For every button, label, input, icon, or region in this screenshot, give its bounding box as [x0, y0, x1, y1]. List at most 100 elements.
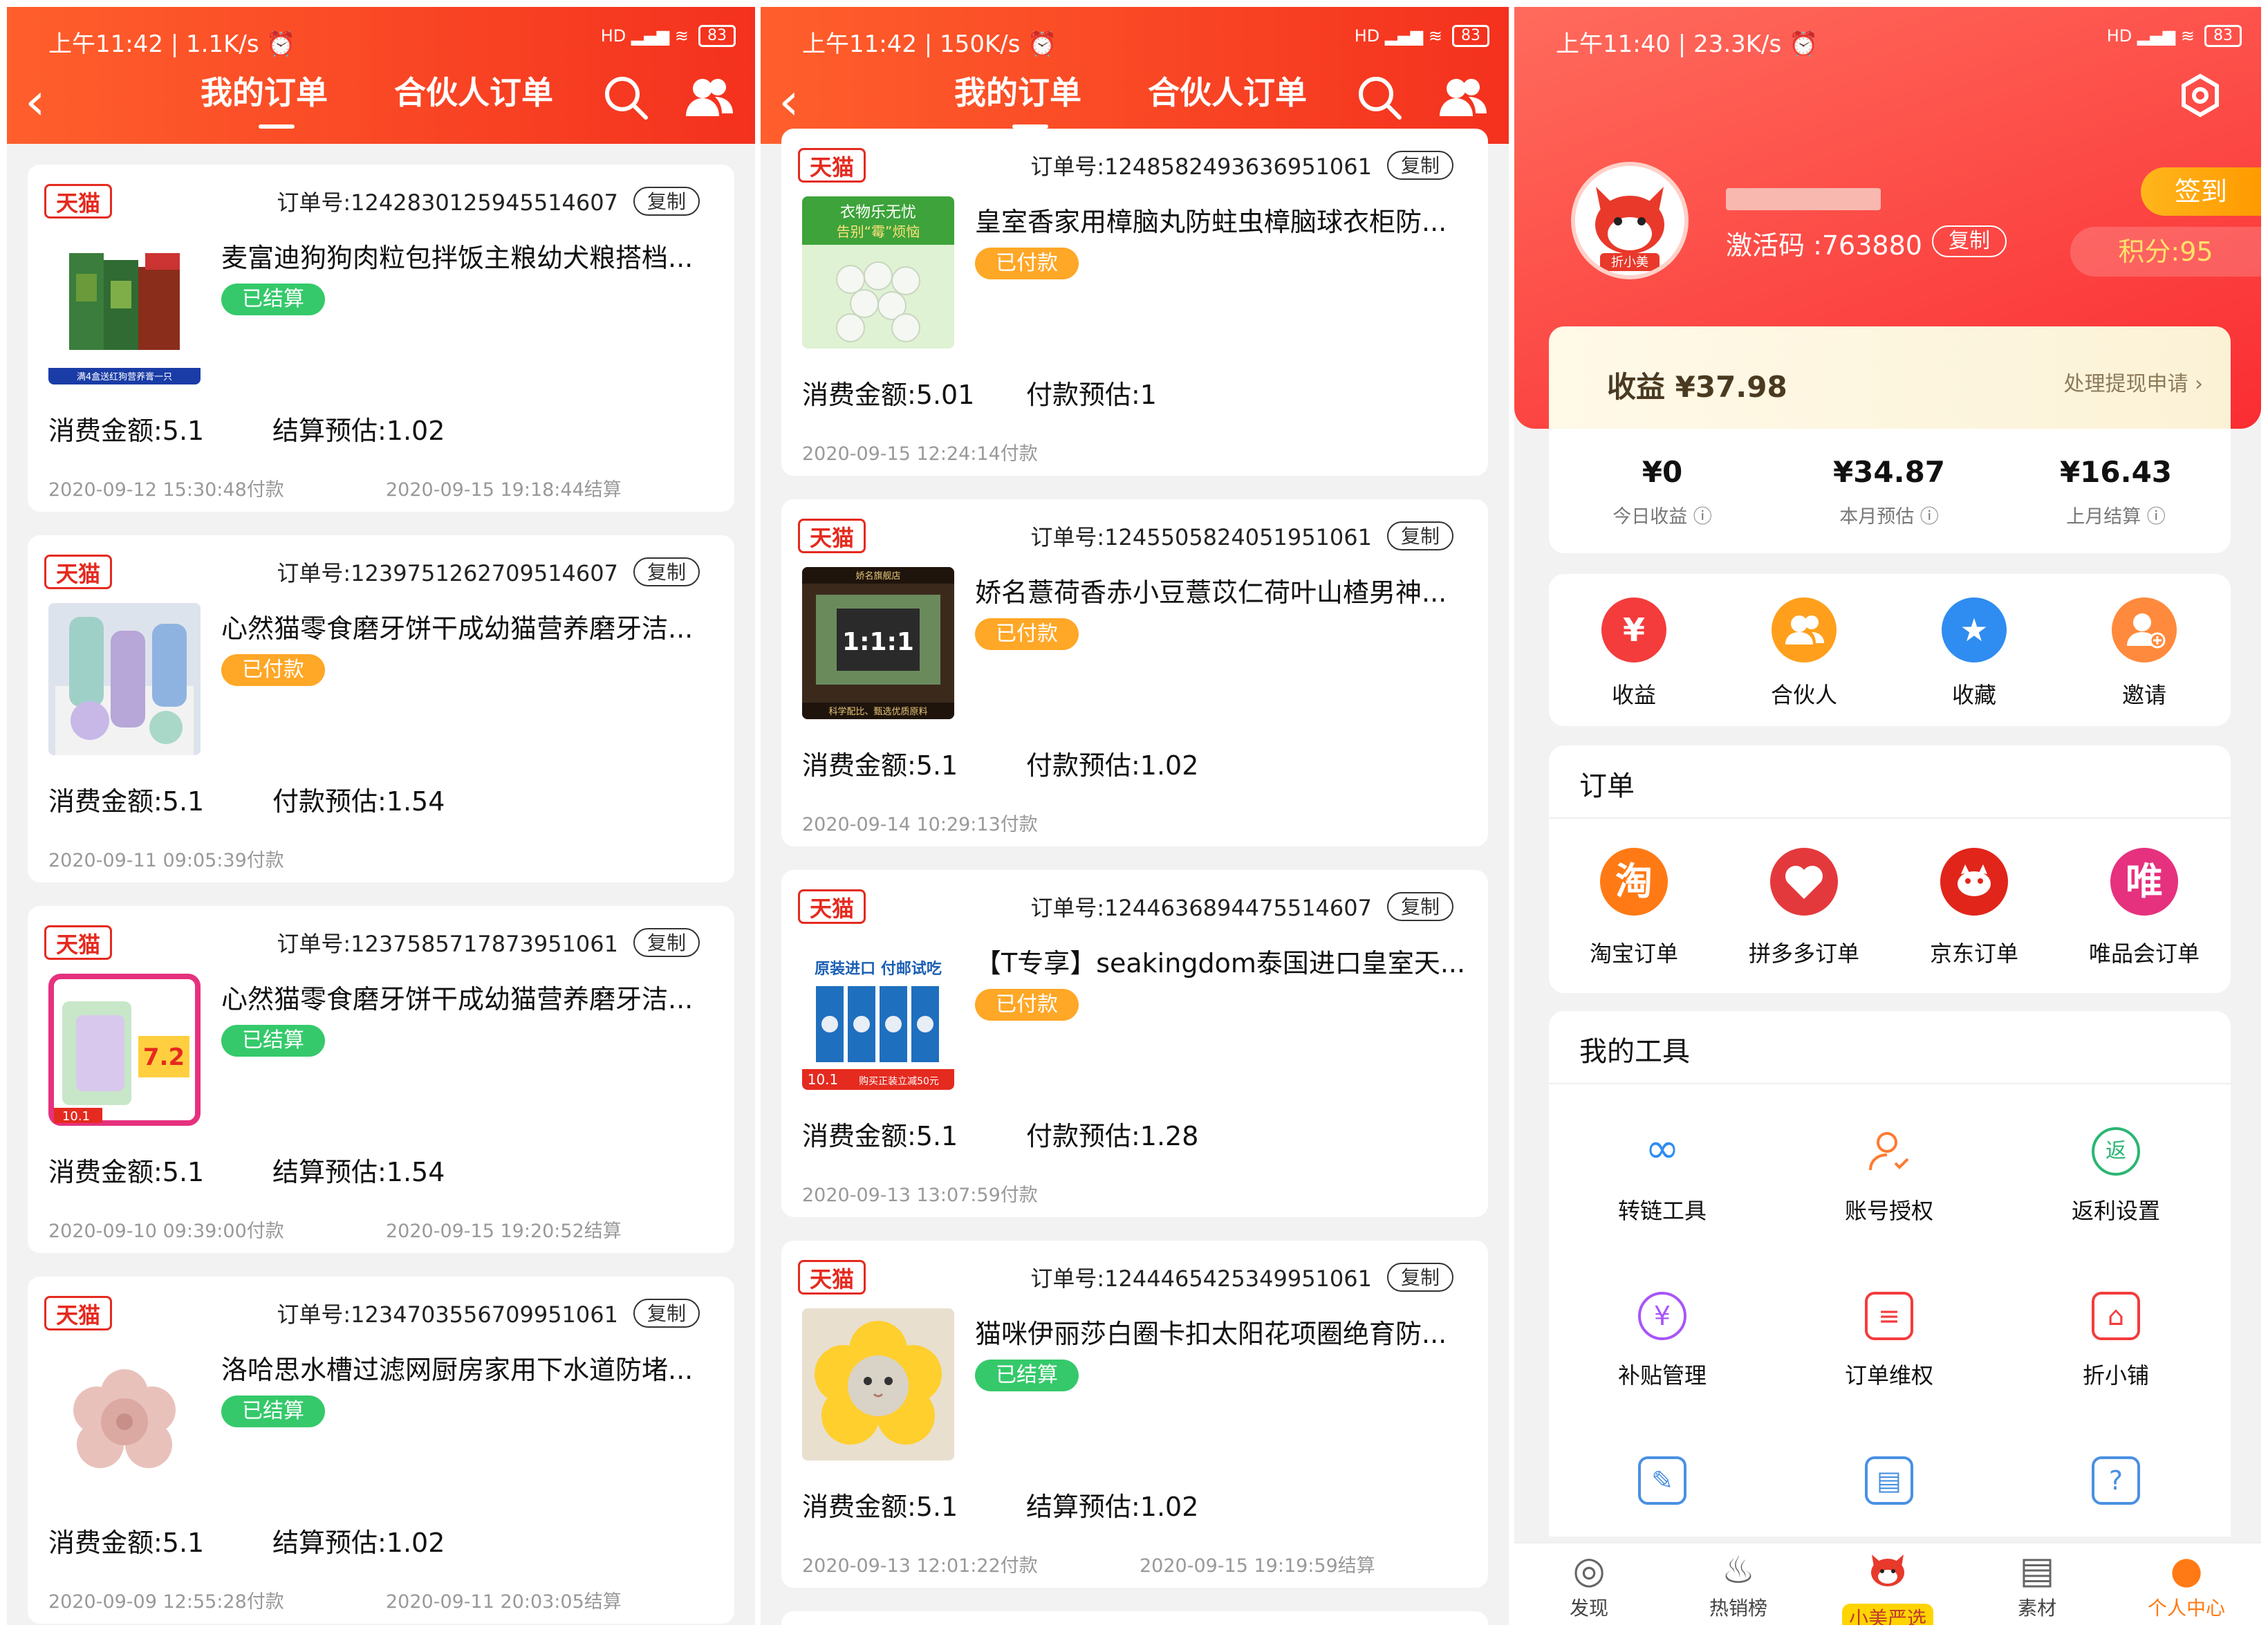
stat-last-month[interactable]: ¥16.43 上月结算 ⓘ [2002, 455, 2229, 528]
activation-code: 激活码 :763880 [1726, 230, 1922, 261]
spend-amount: 消费金额:5.1 [48, 1157, 205, 1187]
paid-time: 2020-09-10 09:39:00付款 [48, 1221, 284, 1242]
tools-section: 我的工具 ∞ 转链工具 账号授权 返 返利设置 ¥ 补贴管理 ≡ 订单维权 ⌂ … [1549, 1011, 2231, 1537]
settled-time: 2020-09-15 19:19:59结算 [1140, 1555, 1375, 1577]
quick-partner[interactable]: 合伙人 [1719, 597, 1889, 710]
settled-time: 2020-09-15 19:18:44结算 [386, 479, 622, 501]
partners-icon[interactable] [685, 73, 734, 130]
product-title[interactable]: 猫咪伊丽莎白圈卡扣太阳花项圈绝育防... [975, 1313, 1467, 1351]
order-card[interactable]: 天猫 订单号:1242830125945514607 复制 满4盒送红狗营养膏一… [28, 165, 734, 512]
tmall-tag: 天猫 [798, 889, 866, 924]
product-title[interactable]: 皇室香家用樟脑丸防蛀虫樟脑球衣柜防... [975, 201, 1467, 239]
order-card[interactable]: 天猫 订单号:1248582493636951061 复制 衣物乐无忧 告别“霉”… [781, 129, 1488, 476]
tool-rebate-settings[interactable]: 返 返利设置 [2002, 1127, 2229, 1225]
product-title[interactable]: 娇名薏荷香赤小豆薏苡仁荷叶山楂男神... [975, 571, 1467, 609]
tab-partner-orders[interactable]: 合伙人订单 [394, 68, 553, 113]
copy-button[interactable]: 复制 [633, 928, 700, 957]
jd-orders[interactable]: 京东订单 [1889, 848, 2059, 968]
commission-estimate: 结算预估:1.54 [272, 1157, 445, 1187]
copy-button[interactable]: 复制 [1387, 151, 1453, 180]
product-title[interactable]: 麦富迪狗狗肉粒包拌饭主粮幼犬粮搭档... [221, 237, 714, 275]
thumb-slogan-text: 告别“霉”烦恼 [837, 223, 920, 240]
nav-selection[interactable]: 小美严选 [1813, 1548, 1962, 1625]
signal-icon: HD ▂▄▆ ≋ [600, 26, 689, 46]
discover-icon: ◎ [1572, 1548, 1606, 1592]
tmall-tag: 天猫 [798, 519, 866, 553]
quick-invite[interactable]: 邀请 [2059, 597, 2229, 710]
stat-label: 本月预估 ⓘ [1839, 506, 1939, 528]
product-image-sink-filter [48, 1344, 201, 1496]
back-chevron-icon[interactable]: ‹ [779, 76, 799, 127]
order-number: 订单号:1248582493636951061 [1030, 154, 1372, 180]
nav-materials[interactable]: ▤ 素材 [1962, 1548, 2112, 1621]
search-icon[interactable] [1355, 73, 1404, 130]
tool-order-rights[interactable]: ≡ 订单维权 [1776, 1292, 2002, 1390]
order-card[interactable]: 天猫 订单号:1244636894475514607 复制 原装进口 付邮试吃 1… [781, 870, 1488, 1217]
pinduoduo-orders[interactable]: 拼多多订单 [1719, 848, 1889, 968]
orders-section: 订单 淘 淘宝订单 拼多多订单 京东订单 唯 唯品会订单 [1549, 745, 2231, 993]
product-title[interactable]: 心然猫零食磨牙饼干成幼猫营养磨牙洁... [221, 607, 714, 645]
product-title[interactable]: 洛哈思水槽过滤网厨房家用下水道防堵... [221, 1348, 714, 1387]
tab-my-orders[interactable]: 我的订单 [201, 68, 328, 113]
settings-gear-icon[interactable] [2178, 73, 2222, 125]
product-title[interactable]: 心然猫零食磨牙饼干成幼猫营养磨牙洁... [221, 978, 714, 1016]
edit-icon: ✎ [1638, 1456, 1686, 1505]
thumb-promo-text: 原装进口 付邮试吃 [815, 960, 942, 978]
stat-today[interactable]: ¥0 今日收益 ⓘ [1549, 455, 1776, 528]
points-badge[interactable]: 积分:95 [2070, 227, 2261, 277]
avatar[interactable]: 折小美 [1571, 162, 1689, 279]
nav-profile[interactable]: ● 个人中心 [2112, 1548, 2261, 1621]
tool-link-converter[interactable]: ∞ 转链工具 [1549, 1127, 1776, 1225]
vipshop-orders[interactable]: 唯 唯品会订单 [2059, 848, 2229, 968]
tmall-tag: 天猫 [44, 1296, 112, 1330]
spend-amount: 消费金额:5.01 [802, 380, 975, 410]
tool-subsidy[interactable]: ¥ 补贴管理 [1549, 1292, 1776, 1390]
tmall-tag: 天猫 [44, 555, 112, 589]
order-card[interactable]: 天猫 订单号:1245505824051951061 复制 娇名旗舰店 1:1:1… [781, 499, 1488, 846]
product-image-cat-food: 原装进口 付邮试吃 10.1 购买正装立减50元 [802, 938, 954, 1090]
taobao-orders[interactable]: 淘 淘宝订单 [1549, 848, 1719, 968]
quick-favorites[interactable]: ★ 收藏 [1889, 597, 2059, 710]
copy-button[interactable]: 复制 [1387, 1263, 1453, 1292]
tab-my-orders[interactable]: 我的订单 [954, 68, 1081, 113]
tool-edit[interactable]: ✎ [1549, 1456, 1776, 1505]
signal-icon: HD ▂▄▆ ≋ [1354, 26, 1442, 46]
order-card[interactable] [781, 1611, 1488, 1625]
copy-button[interactable]: 复制 [633, 557, 700, 586]
tool-label: 订单维权 [1844, 1362, 1933, 1389]
back-chevron-icon[interactable]: ‹ [25, 76, 46, 127]
copy-code-button[interactable]: 复制 [1932, 225, 2007, 257]
tool-guide[interactable]: ▤ [1776, 1456, 2002, 1505]
battery-icon: 83 [1452, 25, 1489, 47]
quick-earnings[interactable]: ¥ 收益 [1549, 597, 1719, 710]
withdraw-link[interactable]: 处理提现申请 › [2063, 367, 2203, 397]
copy-button[interactable]: 复制 [633, 187, 700, 216]
search-icon[interactable] [602, 73, 650, 130]
username-blurred [1726, 188, 1881, 210]
order-card[interactable]: 天猫 订单号:1244465425349951061 复制 猫咪伊丽莎白圈卡扣太… [781, 1241, 1488, 1588]
settled-time: 2020-09-15 19:20:52结算 [386, 1221, 622, 1242]
order-card[interactable]: 天猫 订单号:1237585717873951061 复制 7.2 10.1 心然… [28, 906, 734, 1253]
tool-mini-shop[interactable]: ⌂ 折小铺 [2002, 1292, 2229, 1390]
nav-discover[interactable]: ◎ 发现 [1514, 1548, 1664, 1621]
sign-in-button[interactable]: 签到 [2141, 167, 2261, 216]
materials-icon: ▤ [2019, 1548, 2055, 1592]
product-title[interactable]: 【T专享】seakingdom泰国进口皇室天... [975, 942, 1467, 980]
copy-button[interactable]: 复制 [1387, 892, 1453, 921]
product-image-herbal-tea: 娇名旗舰店 1:1:1 科学配比、甄选优质原料 [802, 567, 954, 719]
stat-value: ¥16.43 [2059, 455, 2173, 489]
order-card[interactable]: 天猫 订单号:1239751262709514607 复制 心然猫零食磨牙饼干成… [28, 535, 734, 882]
commission-estimate: 结算预估:1.02 [1026, 1492, 1199, 1522]
copy-button[interactable]: 复制 [633, 1299, 700, 1328]
nav-hot-list[interactable]: ♨ 热销榜 [1664, 1548, 1813, 1621]
tab-partner-orders[interactable]: 合伙人订单 [1148, 68, 1307, 113]
tool-account-auth[interactable]: 账号授权 [1776, 1127, 2002, 1225]
partners-icon[interactable] [1438, 73, 1488, 130]
copy-button[interactable]: 复制 [1387, 521, 1453, 550]
profile-screen: 上午11:40 | 23.3K/s ⏰ HD ▂▄▆ ≋ 83 折小美 激活码 :… [1514, 7, 2261, 1625]
stat-this-month[interactable]: ¥34.87 本月预估 ⓘ [1776, 455, 2002, 528]
earnings-bar[interactable]: 收益 ¥37.98 处理提现申请 › [1549, 326, 2231, 429]
order-source-label: 唯品会订单 [2088, 940, 2200, 967]
order-card[interactable]: 天猫 订单号:1234703556709951061 复制 洛哈思水槽过滤网厨房… [28, 1277, 734, 1624]
tool-help[interactable]: ? [2002, 1456, 2229, 1505]
